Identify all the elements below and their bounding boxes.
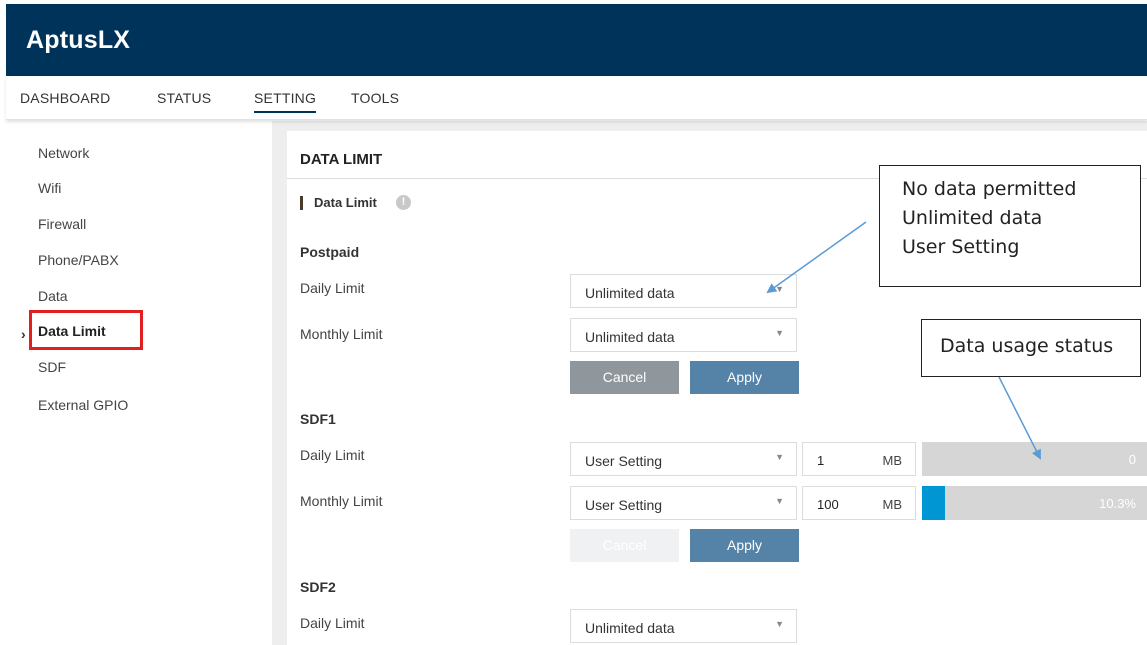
sdf1-daily-limit-input[interactable]: 1 MB	[802, 442, 916, 476]
select-value: Unlimited data	[585, 329, 675, 345]
chevron-down-icon: ▼	[775, 328, 784, 338]
postpaid-daily-label: Daily Limit	[300, 280, 365, 296]
active-item-highlight	[29, 310, 143, 350]
chevron-right-icon: ›	[21, 326, 26, 342]
unit-label: MB	[882, 453, 903, 468]
tab-setting[interactable]: SETTING	[254, 90, 317, 113]
chevron-down-icon: ▼	[775, 496, 784, 506]
sdf1-apply-button[interactable]: Apply	[690, 529, 799, 562]
app-title: AptusLX	[26, 26, 131, 54]
panel-title: DATA LIMIT	[300, 151, 383, 168]
sdf2-daily-label: Daily Limit	[300, 615, 365, 631]
sdf1-monthly-usage-bar: 10.3%	[922, 486, 1147, 520]
chevron-down-icon: ▼	[775, 452, 784, 462]
options-callout: No data permitted Unlimited data User Se…	[879, 165, 1141, 287]
sdf1-daily-label: Daily Limit	[300, 447, 365, 463]
sidebar-item-firewall[interactable]: Firewall	[38, 216, 86, 232]
input-value: 100	[817, 497, 839, 512]
chevron-down-icon: ▼	[775, 284, 784, 294]
sidebar-item-network[interactable]: Network	[38, 145, 89, 161]
select-value: Unlimited data	[585, 620, 675, 636]
sidebar: Network Wifi Firewall Phone/PABX Data Da…	[6, 121, 272, 645]
select-value: User Setting	[585, 497, 663, 513]
chevron-down-icon: ▼	[775, 619, 784, 629]
callout-text: Data usage status	[940, 335, 1114, 357]
sdf2-daily-select[interactable]: Unlimited data ▼	[570, 609, 797, 643]
sidebar-item-external-gpio[interactable]: External GPIO	[38, 397, 128, 413]
tab-status[interactable]: STATUS	[157, 90, 211, 106]
postpaid-monthly-label: Monthly Limit	[300, 326, 383, 342]
main-nav: DASHBOARD STATUS SETTING TOOLS	[6, 76, 1147, 120]
usage-callout: Data usage status	[921, 319, 1141, 377]
sidebar-item-data[interactable]: Data	[38, 288, 68, 304]
postpaid-apply-button[interactable]: Apply	[690, 361, 799, 394]
callout-line: Unlimited data	[902, 207, 1043, 229]
group-title-sdf2: SDF2	[300, 579, 336, 595]
sidebar-item-wifi[interactable]: Wifi	[38, 180, 61, 196]
section-label: Data Limit	[314, 195, 377, 210]
info-icon[interactable]: !	[396, 195, 411, 210]
callout-line: No data permitted	[902, 178, 1077, 200]
callout-line: User Setting	[902, 236, 1020, 258]
group-title-sdf1: SDF1	[300, 411, 336, 427]
select-value: User Setting	[585, 453, 663, 469]
sdf1-monthly-label: Monthly Limit	[300, 493, 383, 509]
sdf1-cancel-button[interactable]: Cancel	[570, 529, 679, 562]
section-marker	[300, 196, 303, 210]
group-title-postpaid: Postpaid	[300, 244, 360, 260]
postpaid-monthly-select[interactable]: Unlimited data ▼	[570, 318, 797, 352]
usage-value: 0	[1128, 452, 1136, 467]
postpaid-cancel-button[interactable]: Cancel	[570, 361, 679, 394]
tab-dashboard[interactable]: DASHBOARD	[20, 90, 110, 106]
sdf1-daily-select[interactable]: User Setting ▼	[570, 442, 797, 476]
select-value: Unlimited data	[585, 285, 675, 301]
sidebar-item-phone-pabx[interactable]: Phone/PABX	[38, 252, 119, 268]
input-value: 1	[817, 453, 825, 468]
sdf1-monthly-limit-input[interactable]: 100 MB	[802, 486, 916, 520]
usage-fill	[922, 486, 946, 520]
unit-label: MB	[882, 497, 903, 512]
postpaid-daily-select[interactable]: Unlimited data ▼	[570, 274, 797, 308]
sdf1-daily-usage-bar: 0	[922, 442, 1147, 476]
sidebar-item-sdf[interactable]: SDF	[38, 359, 66, 375]
tab-tools[interactable]: TOOLS	[351, 90, 399, 106]
sdf1-monthly-select[interactable]: User Setting ▼	[570, 486, 797, 520]
usage-value: 10.3%	[1099, 496, 1136, 511]
app-header: AptusLX	[6, 4, 1147, 76]
